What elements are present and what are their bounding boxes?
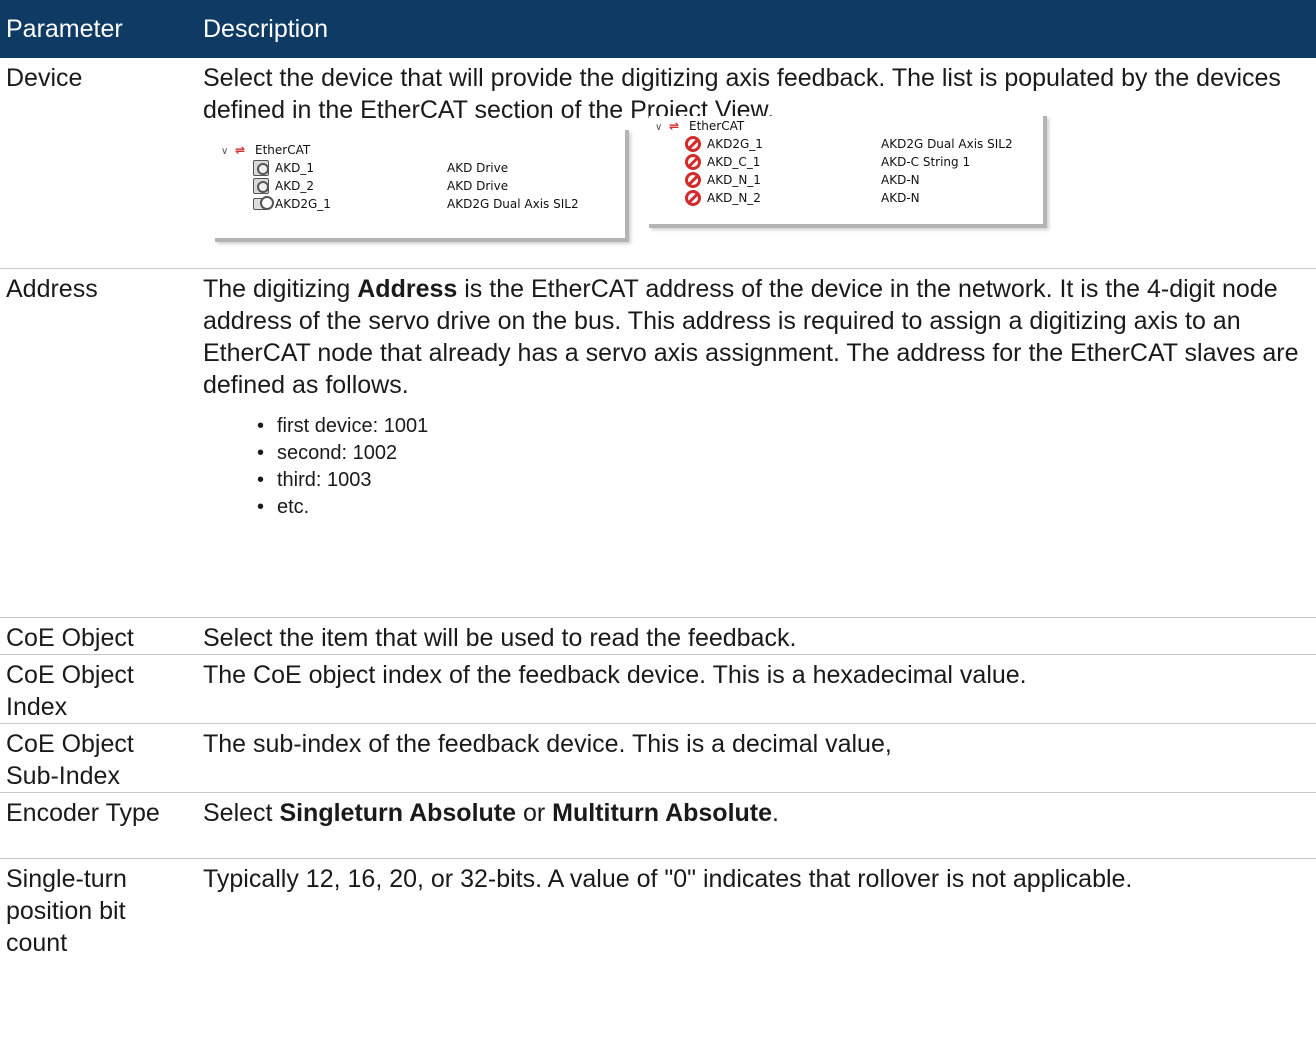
tree-item-desc: AKD-N bbox=[881, 191, 920, 205]
tree-item-desc: AKD Drive bbox=[447, 179, 509, 193]
ethercat-icon: ⇌ bbox=[669, 119, 680, 133]
tree-item-name: AKD_C_1 bbox=[707, 155, 761, 169]
parameter-column-header: Parameter bbox=[0, 0, 192, 58]
param-name-single-turn-bit-count: Single-turn position bit count bbox=[0, 858, 192, 1062]
tree-item-name: AKD2G_1 bbox=[275, 197, 331, 211]
disabled-icon bbox=[685, 190, 701, 206]
chevron-down-icon: ∨ bbox=[655, 122, 663, 133]
list-item: second: 1002 bbox=[257, 440, 1308, 467]
table-row-encoder-type: Encoder Type Select Singleturn Absolute … bbox=[0, 792, 1316, 859]
tree-root: ∨ ⇌ EtherCAT bbox=[221, 142, 310, 158]
tree-item-name: AKD_1 bbox=[275, 161, 314, 175]
list-item: third: 1003 bbox=[257, 467, 1308, 494]
dual-axis-icon bbox=[253, 196, 274, 212]
address-keyword: Address bbox=[357, 274, 458, 303]
param-name-coe-object: CoE Object bbox=[0, 617, 192, 655]
tree-root: ∨ ⇌ EtherCAT bbox=[655, 118, 744, 134]
gear-icon bbox=[253, 178, 269, 194]
tree-item-name: AKD_N_1 bbox=[707, 173, 761, 187]
tree-item-desc: AKD2G Dual Axis SIL2 bbox=[881, 137, 1013, 151]
param-name-encoder-type: Encoder Type bbox=[0, 792, 192, 859]
tree-root-label: EtherCAT bbox=[689, 119, 745, 133]
address-list: first device: 1001 second: 1002 third: 1… bbox=[257, 413, 1308, 521]
param-name-device: Device bbox=[0, 58, 192, 269]
chevron-down-icon: ∨ bbox=[221, 146, 229, 157]
tree-item-desc: AKD Drive bbox=[447, 161, 509, 175]
list-item: first device: 1001 bbox=[257, 413, 1308, 440]
address-description-text: The digitizing Address is the EtherCAT a… bbox=[203, 274, 1299, 399]
tree-item-desc: AKD-C String 1 bbox=[881, 155, 971, 169]
table-row-coe-object-subindex: CoE Object Sub-Index The sub-index of th… bbox=[0, 723, 1316, 793]
param-name-coe-object-index: CoE Object Index bbox=[0, 654, 192, 724]
tree-item-desc: AKD2G Dual Axis SIL2 bbox=[447, 197, 579, 211]
gear-icon bbox=[253, 160, 269, 176]
tree-root-label: EtherCAT bbox=[255, 143, 311, 157]
disabled-icon bbox=[685, 154, 701, 170]
ethercat-icon: ⇌ bbox=[235, 143, 246, 157]
tree-item-name: AKD_N_2 bbox=[707, 191, 761, 205]
param-name-address: Address bbox=[0, 268, 192, 618]
description-column-header: Description bbox=[192, 0, 1316, 58]
disabled-icon bbox=[685, 136, 701, 152]
singleturn-option: Singleturn Absolute bbox=[279, 798, 517, 827]
param-name-coe-object-subindex: CoE Object Sub-Index bbox=[0, 723, 192, 793]
disabled-icon bbox=[685, 172, 701, 188]
param-desc-coe-object: Select the item that will be used to rea… bbox=[192, 617, 1316, 655]
table-row-coe-object-index: CoE Object Index The CoE object index of… bbox=[0, 654, 1316, 724]
table-row-address: Address The digitizing Address is the Et… bbox=[0, 268, 1316, 618]
multiturn-option: Multiturn Absolute bbox=[552, 798, 773, 827]
tree-item-name: AKD_2 bbox=[275, 179, 314, 193]
param-desc-coe-object-subindex: The sub-index of the feedback device. Th… bbox=[192, 723, 1316, 793]
param-desc-encoder-type: Select Singleturn Absolute or Multiturn … bbox=[192, 792, 1316, 859]
param-desc-device: Select the device that will provide the … bbox=[192, 58, 1316, 269]
param-desc-coe-object-index: The CoE object index of the feedback dev… bbox=[192, 654, 1316, 724]
table-row-device: Device Select the device that will provi… bbox=[0, 58, 1316, 269]
ethercat-tree-panel-1: ∨ ⇌ EtherCAT AKD_1 AKD Drive AKD_2 AKD Dri… bbox=[215, 130, 629, 242]
parameter-table: Parameter Description Device Select the … bbox=[0, 0, 1316, 1062]
header-row: Parameter Description bbox=[0, 0, 1316, 58]
param-desc-single-turn-bit-count: Typically 12, 16, 20, or 32-bits. A valu… bbox=[192, 858, 1316, 1062]
list-item: etc. bbox=[257, 494, 1308, 521]
ethercat-tree-panel-2: ∨ ⇌ EtherCAT AKD2G_1 AKD2G Dual Axis SIL2 … bbox=[649, 116, 1047, 228]
table-row-single-turn-bit-count: Single-turn position bit count Typically… bbox=[0, 858, 1316, 1062]
tree-item-name: AKD2G_1 bbox=[707, 137, 763, 151]
param-desc-address: The digitizing Address is the EtherCAT a… bbox=[192, 268, 1316, 618]
tree-item-desc: AKD-N bbox=[881, 173, 920, 187]
table-row-coe-object: CoE Object Select the item that will be … bbox=[0, 617, 1316, 655]
ethercat-tree-screenshots: ∨ ⇌ EtherCAT AKD_1 AKD Drive AKD_2 AKD Dri… bbox=[203, 116, 1308, 246]
